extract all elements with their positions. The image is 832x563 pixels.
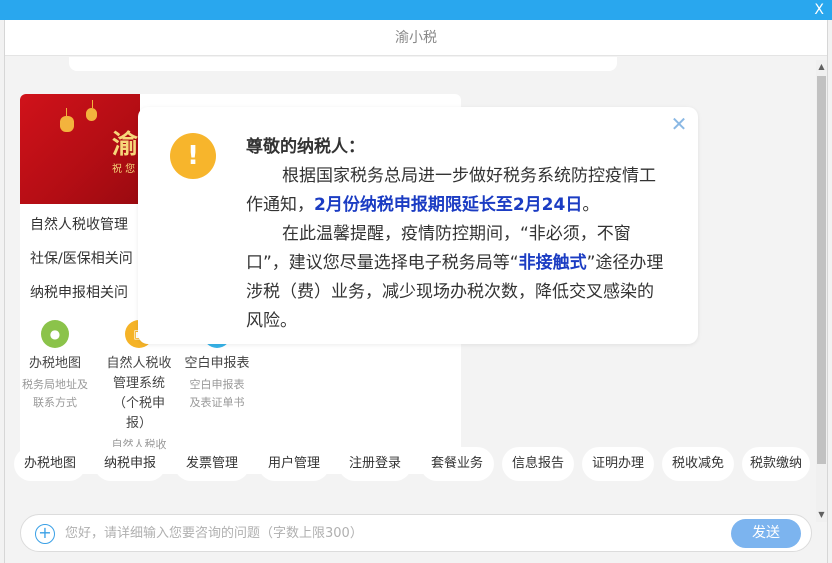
deadline-highlight: 2月份纳税申报期限延长至2月24日 bbox=[314, 195, 583, 215]
chip-tax-payment[interactable]: 税款缴纳 bbox=[742, 447, 810, 481]
notice-paragraph-1: 根据国家税务总局进一步做好税务系统防控疫情工作通知，2月份纳税申报期限延长至2月… bbox=[246, 166, 656, 215]
quick-topic-bar: 办税地图 纳税申报 发票管理 用户管理 注册登录 套餐业务 信息报告 证明办理 … bbox=[14, 447, 810, 483]
chip-certificates[interactable]: 证明办理 bbox=[582, 447, 654, 481]
contactless-highlight: 非接触式 bbox=[518, 253, 587, 273]
epidemic-notice-popup: ! ✕ 尊敬的纳税人： 根据国家税务总局进一步做好税务系统防控疫情工作通知，2月… bbox=[138, 107, 698, 344]
chat-scrollbar[interactable]: ▲ ▼ bbox=[816, 60, 827, 522]
notice-body: 尊敬的纳税人： 根据国家税务总局进一步做好税务系统防控疫情工作通知，2月份纳税申… bbox=[246, 133, 668, 336]
message-input-bar: + 发送 bbox=[20, 514, 812, 552]
lantern-icon bbox=[60, 108, 74, 132]
festive-banner[interactable]: 渝 祝 您 bbox=[20, 94, 140, 204]
menu-link-natural-person-tax[interactable]: 自然人税收管理 bbox=[30, 214, 128, 234]
notice-close-icon[interactable]: ✕ bbox=[668, 113, 690, 135]
window-close-button[interactable]: X bbox=[814, 1, 824, 19]
chat-area[interactable]: 渝 祝 您 自然人税收管理 社保/医保相关问 纳税申报相关问 ● 办税地图 税务… bbox=[5, 57, 813, 497]
chip-register-login[interactable]: 注册登录 bbox=[338, 447, 412, 481]
plus-icon[interactable]: + bbox=[35, 524, 55, 544]
send-button[interactable]: 发送 bbox=[731, 519, 801, 548]
chip-tax-filing[interactable]: 纳税申报 bbox=[94, 447, 166, 481]
chip-info-report[interactable]: 信息报告 bbox=[502, 447, 574, 481]
scroll-up-icon[interactable]: ▲ bbox=[816, 60, 827, 74]
window-titlebar: X bbox=[0, 0, 832, 20]
chip-tax-relief[interactable]: 税收减免 bbox=[662, 447, 734, 481]
notice-greeting: 尊敬的纳税人： bbox=[246, 137, 365, 157]
service-title: 自然人税收管理系统（个税申报） bbox=[106, 356, 172, 431]
warning-icon: ! bbox=[170, 133, 216, 179]
app-header: 渝小税 bbox=[5, 20, 827, 56]
chip-tax-map[interactable]: 办税地图 bbox=[14, 447, 86, 481]
service-title: 办税地图 bbox=[28, 356, 81, 371]
service-desc: 空白申报表及表证单书 bbox=[189, 378, 245, 409]
app-title: 渝小税 bbox=[395, 30, 437, 46]
menu-link-social-insurance[interactable]: 社保/医保相关问 bbox=[30, 248, 133, 268]
service-tax-map[interactable]: ● 办税地图 税务局地址及联系方式 bbox=[10, 320, 100, 412]
banner-text: 渝 bbox=[112, 130, 139, 160]
chip-packages[interactable]: 套餐业务 bbox=[420, 447, 494, 481]
service-desc: 税务局地址及联系方式 bbox=[22, 378, 88, 409]
scroll-thumb[interactable] bbox=[817, 76, 826, 464]
menu-link-tax-filing[interactable]: 纳税申报相关问 bbox=[30, 282, 128, 302]
message-input[interactable] bbox=[65, 520, 705, 546]
water-drop-icon: ● bbox=[41, 320, 69, 348]
service-title: 空白申报表 bbox=[184, 356, 250, 371]
banner-subtext: 祝 您 bbox=[112, 164, 136, 175]
notice-paragraph-2: 在此温馨提醒，疫情防控期间，“非必须，不窗口”，建议您尽量选择电子税务局等“非接… bbox=[246, 224, 664, 331]
chip-invoice[interactable]: 发票管理 bbox=[174, 447, 250, 481]
lantern-icon bbox=[86, 100, 97, 121]
previous-message-bubble bbox=[69, 57, 617, 71]
scroll-down-icon[interactable]: ▼ bbox=[816, 508, 827, 522]
chip-user-mgmt[interactable]: 用户管理 bbox=[258, 447, 330, 481]
